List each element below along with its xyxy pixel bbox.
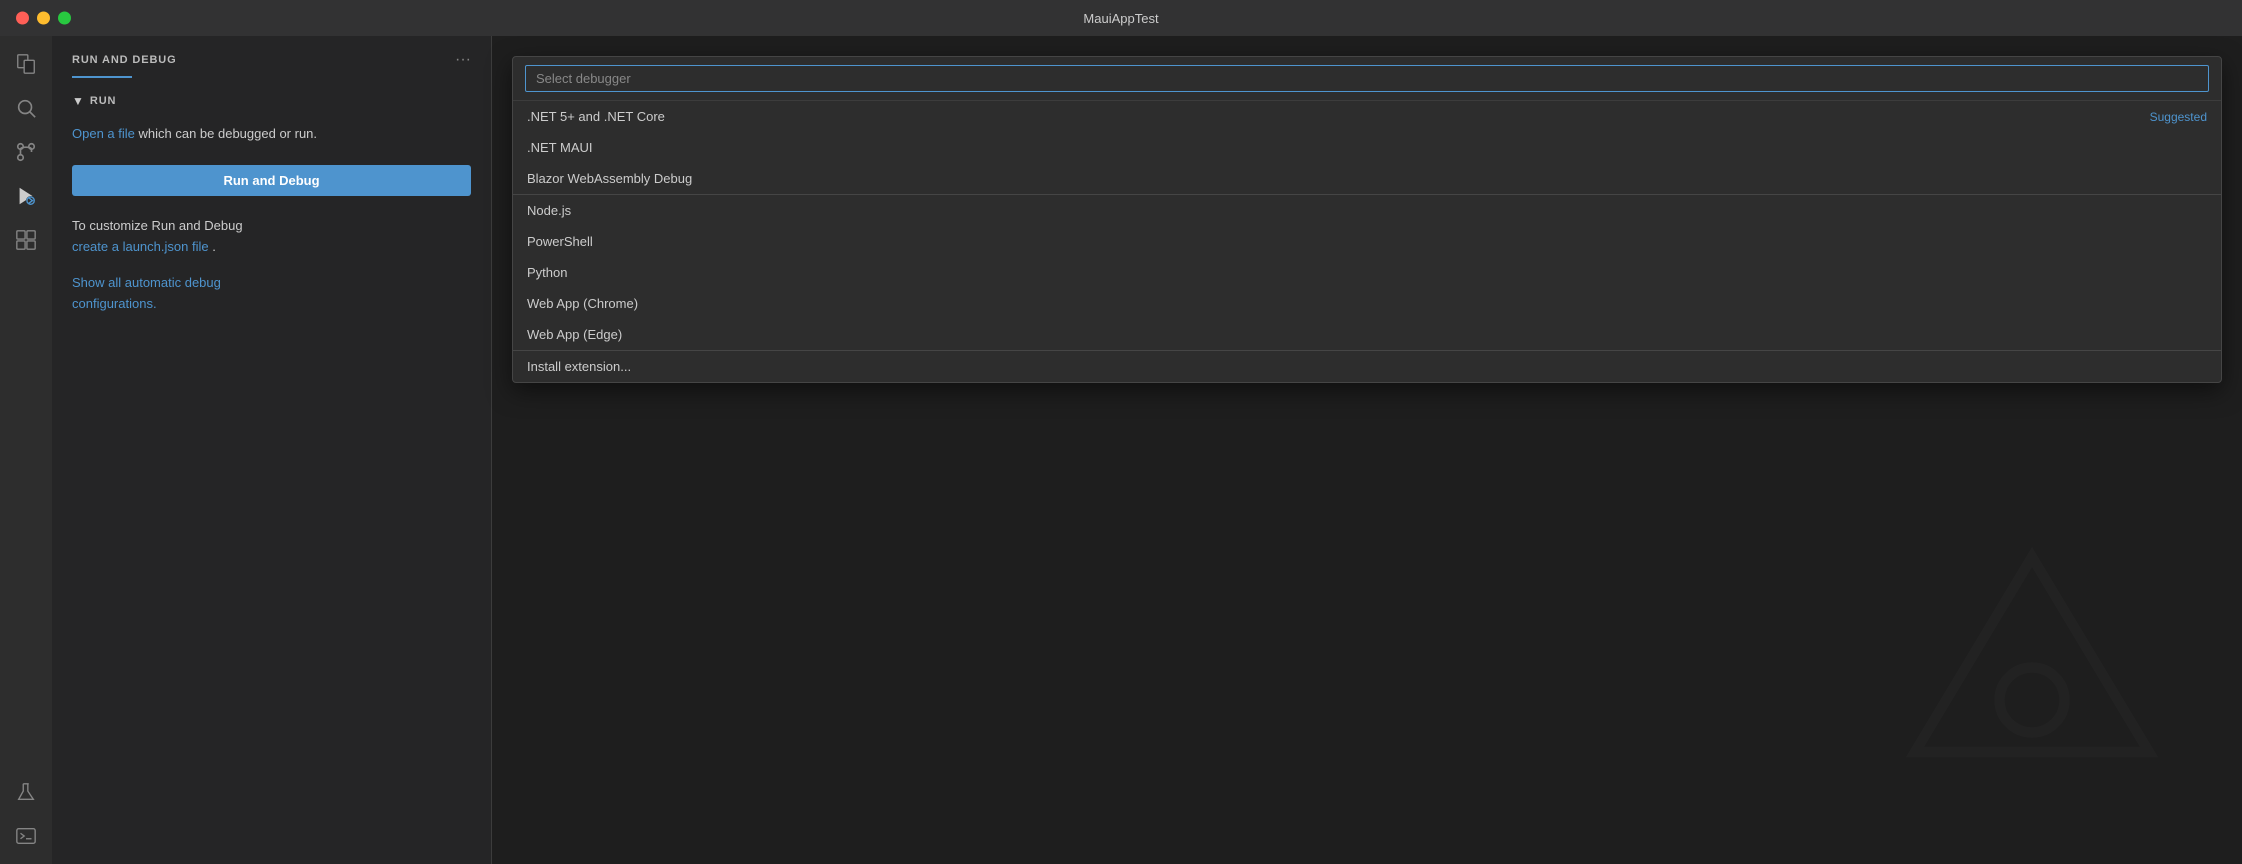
- titlebar: MauiAppTest: [0, 0, 2242, 36]
- activity-icon-run-debug[interactable]: [6, 176, 46, 216]
- debugger-item-chrome-label: Web App (Chrome): [527, 296, 638, 311]
- debugger-item-python-label: Python: [527, 265, 567, 280]
- customize-prefix: To customize Run and Debug: [72, 218, 243, 233]
- debugger-item-maui-label: .NET MAUI: [527, 140, 593, 155]
- debugger-item-install-label: Install extension...: [527, 359, 631, 374]
- run-debug-button[interactable]: Run and Debug: [72, 165, 471, 196]
- debugger-item-blazor-label: Blazor WebAssembly Debug: [527, 171, 692, 186]
- debugger-item-maui[interactable]: .NET MAUI: [513, 132, 2221, 163]
- sidebar-header-actions: ···: [451, 49, 475, 71]
- activity-icon-search[interactable]: [6, 88, 46, 128]
- sidebar-title: RUN AND DEBUG: [72, 54, 177, 66]
- show-all-link[interactable]: Show all automatic debugconfigurations.: [72, 273, 471, 315]
- maximize-button[interactable]: [58, 12, 71, 25]
- debugger-search-input[interactable]: [525, 65, 2209, 92]
- debugger-item-edge[interactable]: Web App (Edge): [513, 319, 2221, 351]
- sidebar-header: RUN AND DEBUG ···: [52, 36, 491, 74]
- debugger-item-powershell-label: PowerShell: [527, 234, 593, 249]
- debugger-item-blazor[interactable]: Blazor WebAssembly Debug: [513, 163, 2221, 195]
- main-area: .NET 5+ and .NET Core Suggested .NET MAU…: [492, 36, 2242, 864]
- debugger-item-nodejs-label: Node.js: [527, 203, 571, 218]
- sidebar-content: ▼ RUN Open a file which can be debugged …: [52, 78, 491, 864]
- run-section-title: RUN: [90, 95, 116, 107]
- watermark: [1902, 544, 2162, 804]
- debugger-item-chrome[interactable]: Web App (Chrome): [513, 288, 2221, 319]
- traffic-lights: [16, 12, 71, 25]
- debugger-item-edge-label: Web App (Edge): [527, 327, 622, 342]
- debugger-dropdown: .NET 5+ and .NET Core Suggested .NET MAU…: [512, 56, 2222, 383]
- activity-icon-test[interactable]: [6, 772, 46, 812]
- debugger-item-dotnet[interactable]: .NET 5+ and .NET Core Suggested: [513, 101, 2221, 132]
- debugger-item-dotnet-label: .NET 5+ and .NET Core: [527, 109, 665, 124]
- run-description: Open a file which can be debugged or run…: [72, 124, 471, 145]
- app-body: RUN AND DEBUG ··· ▼ RUN Open a file whic…: [0, 36, 2242, 864]
- activity-icon-explorer[interactable]: [6, 44, 46, 84]
- open-file-link[interactable]: Open a file: [72, 126, 135, 141]
- launch-json-link[interactable]: create a launch.json file: [72, 239, 209, 254]
- debugger-item-nodejs[interactable]: Node.js: [513, 195, 2221, 226]
- customize-text: To customize Run and Debug create a laun…: [72, 216, 471, 258]
- more-actions-button[interactable]: ···: [451, 49, 475, 71]
- activity-icon-terminal[interactable]: [6, 816, 46, 856]
- show-all-text: Show all automatic debugconfigurations.: [72, 275, 221, 311]
- debugger-list: .NET 5+ and .NET Core Suggested .NET MAU…: [513, 101, 2221, 382]
- sidebar: RUN AND DEBUG ··· ▼ RUN Open a file whic…: [52, 36, 492, 864]
- debugger-item-python[interactable]: Python: [513, 257, 2221, 288]
- run-section-header: ▼ RUN: [72, 94, 471, 108]
- close-button[interactable]: [16, 12, 29, 25]
- debugger-item-powershell[interactable]: PowerShell: [513, 226, 2221, 257]
- activity-icon-extensions[interactable]: [6, 220, 46, 260]
- minimize-button[interactable]: [37, 12, 50, 25]
- activity-icon-source-control[interactable]: [6, 132, 46, 172]
- run-description-text: which can be debugged or run.: [139, 126, 318, 141]
- window-title: MauiAppTest: [1083, 11, 1158, 26]
- chevron-icon: ▼: [72, 94, 84, 108]
- dropdown-search-container: [513, 57, 2221, 101]
- customize-dot: .: [212, 239, 216, 254]
- suggested-label: Suggested: [2150, 110, 2207, 124]
- activity-bar: [0, 36, 52, 864]
- debugger-item-install[interactable]: Install extension...: [513, 351, 2221, 382]
